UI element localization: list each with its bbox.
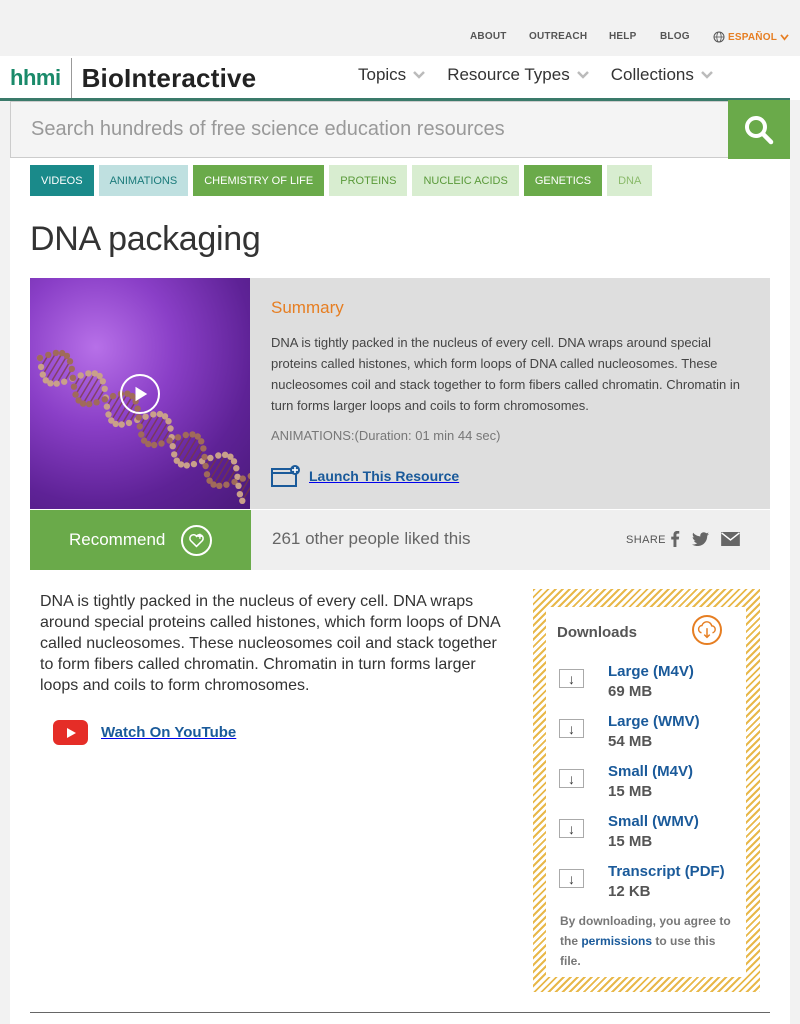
language-label: ESPAÑOL	[728, 31, 777, 43]
tag-proteins[interactable]: PROTEINS	[329, 165, 408, 196]
nav-collections-label: Collections	[610, 65, 694, 84]
downloads-heading: Downloads	[557, 624, 638, 641]
play-icon[interactable]	[120, 374, 160, 414]
nav-about-link[interactable]: ABOUT	[470, 31, 507, 42]
download-size: 15 MB	[608, 833, 653, 850]
recommend-label: Recommend	[69, 530, 166, 549]
video-thumbnail[interactable]	[30, 278, 250, 509]
site-logo[interactable]: hhmi BioInteractive	[10, 58, 256, 98]
download-size: 69 MB	[608, 683, 653, 700]
tag-chemistry-of-life[interactable]: CHEMISTRY OF LIFE	[193, 165, 325, 196]
social-bar: Recommend 261 other people liked this SH…	[30, 510, 770, 570]
search-button[interactable]	[728, 100, 790, 159]
share-label: SHARE	[626, 534, 666, 546]
logo-divider	[70, 58, 72, 98]
chevron-down-icon	[700, 71, 713, 79]
permissions-link[interactable]: permissions	[581, 934, 652, 948]
launch-window-icon	[271, 465, 300, 487]
chevron-down-icon	[413, 71, 426, 79]
download-item[interactable]: ↓ Transcript (PDF) 12 KB	[558, 863, 738, 903]
utility-nav: ABOUT OUTREACH HELP BLOG ESPAÑOL	[0, 31, 800, 45]
nav-blog-link[interactable]: BLOG	[660, 31, 690, 42]
download-name[interactable]: Small (WMV)	[608, 813, 699, 830]
downloads-box: Downloads ↓ Large (M4V) 69 MB ↓ Large (W…	[533, 589, 760, 992]
youtube-icon	[53, 720, 88, 745]
download-size: 54 MB	[608, 733, 653, 750]
page-title: DNA packaging	[30, 220, 261, 258]
globe-icon	[713, 31, 725, 43]
share-icons	[670, 530, 740, 547]
download-name[interactable]: Large (WMV)	[608, 713, 700, 730]
download-item[interactable]: ↓ Small (M4V) 15 MB	[558, 763, 738, 803]
chevron-down-icon	[780, 33, 789, 41]
download-arrow-icon: ↓	[559, 719, 584, 738]
download-arrow-icon: ↓	[559, 669, 584, 688]
tag-dna[interactable]: DNA	[607, 165, 653, 196]
main-nav: Topics Resource Types Collections	[358, 65, 735, 85]
nav-collections[interactable]: Collections	[611, 65, 713, 85]
summary-heading: Summary	[271, 298, 344, 317]
resource-feature: Summary DNA is tightly packed in the nuc…	[30, 278, 770, 509]
biointeractive-logo: BioInteractive	[81, 62, 257, 93]
nav-outreach-link[interactable]: OUTREACH	[529, 31, 587, 42]
facebook-icon[interactable]	[670, 530, 680, 547]
hhmi-logo: hhmi	[10, 65, 61, 90]
download-name[interactable]: Transcript (PDF)	[608, 863, 725, 880]
launch-resource-button[interactable]: Launch This Resource	[271, 464, 459, 488]
launch-resource-label: Launch This Resource	[309, 468, 460, 484]
download-arrow-icon: ↓	[559, 819, 584, 838]
nav-topics[interactable]: Topics	[358, 65, 426, 85]
downloads-panel: Downloads ↓ Large (M4V) 69 MB ↓ Large (W…	[546, 607, 746, 977]
resource-duration: ANIMATIONS:(Duration: 01 min 44 sec)	[271, 428, 501, 443]
search-icon	[745, 115, 774, 144]
download-arrow-icon: ↓	[559, 769, 584, 788]
download-size: 15 MB	[608, 783, 653, 800]
heart-plus-icon	[181, 525, 212, 556]
download-permissions-note: By downloading, you agree to the permiss…	[560, 911, 735, 971]
watch-on-youtube-link[interactable]: Watch On YouTube	[40, 720, 236, 745]
download-name[interactable]: Large (M4V)	[608, 663, 694, 680]
tag-videos[interactable]: VIDEOS	[30, 165, 94, 196]
tag-animations[interactable]: ANIMATIONS	[98, 165, 189, 196]
watch-on-youtube-label: Watch On YouTube	[101, 724, 237, 741]
tag-nucleic-acids[interactable]: NUCLEIC ACIDS	[412, 165, 519, 196]
tag-genetics[interactable]: GENETICS	[523, 165, 603, 196]
download-item[interactable]: ↓ Small (WMV) 15 MB	[558, 813, 738, 853]
nav-help-link[interactable]: HELP	[609, 31, 636, 42]
download-name[interactable]: Small (M4V)	[608, 763, 693, 780]
download-size: 12 KB	[608, 883, 651, 900]
cloud-download-icon	[692, 615, 722, 645]
twitter-icon[interactable]	[692, 531, 709, 546]
nav-resource-types[interactable]: Resource Types	[447, 65, 589, 85]
content-divider	[30, 1012, 770, 1013]
download-item[interactable]: ↓ Large (M4V) 69 MB	[558, 663, 738, 703]
summary-section: Summary DNA is tightly packed in the nuc…	[271, 298, 751, 443]
nav-topics-label: Topics	[358, 65, 407, 84]
tag-list: VIDEOS ANIMATIONS CHEMISTRY OF LIFE PROT…	[30, 165, 653, 196]
nav-resource-types-label: Resource Types	[447, 65, 570, 84]
description-text: DNA is tightly packed in the nucleus of …	[40, 593, 500, 694]
summary-text: DNA is tightly packed in the nucleus of …	[271, 335, 740, 413]
chevron-down-icon	[576, 71, 589, 79]
download-arrow-icon: ↓	[559, 869, 584, 888]
recommend-button[interactable]: Recommend	[30, 510, 251, 570]
download-item[interactable]: ↓ Large (WMV) 54 MB	[558, 713, 738, 753]
language-selector[interactable]: ESPAÑOL	[713, 31, 789, 43]
email-icon[interactable]	[721, 531, 740, 546]
search-input[interactable]	[11, 102, 729, 157]
site-header: hhmi BioInteractive Topics Resource Type…	[0, 56, 800, 100]
search-bar	[10, 100, 790, 159]
likes-count: 261 other people liked this	[272, 529, 471, 548]
